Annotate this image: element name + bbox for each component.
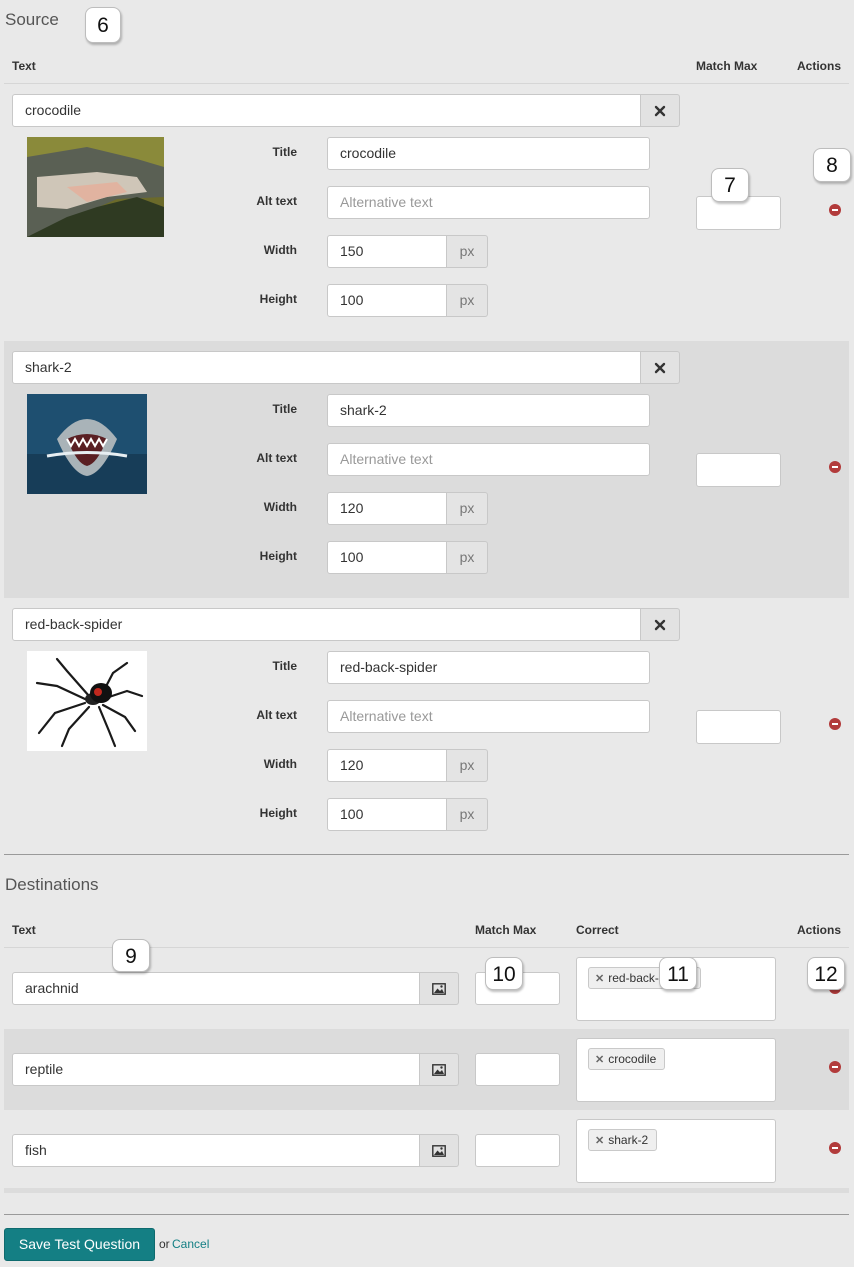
remove-tag-icon[interactable]: ✕: [595, 1054, 604, 1066]
callout-8: 8: [813, 148, 851, 182]
source-section-title: Source: [5, 10, 59, 29]
correct-tag[interactable]: ✕ shark-2: [588, 1129, 658, 1151]
remove-tag-icon[interactable]: ✕: [595, 973, 604, 985]
source-col-text: Text: [12, 59, 36, 73]
remove-icon[interactable]: [829, 204, 841, 216]
destination-text-input[interactable]: fish: [12, 1134, 420, 1167]
destination-text-input[interactable]: arachnid: [12, 972, 420, 1005]
match-max-input[interactable]: [696, 453, 781, 487]
tag-label: shark-2: [608, 1133, 649, 1147]
close-icon: [654, 105, 666, 116]
remove-icon[interactable]: [829, 1142, 841, 1154]
callout-7: 7: [711, 168, 749, 202]
px-unit: px: [447, 492, 488, 525]
row-stripe: [4, 1188, 849, 1193]
width-input[interactable]: 120: [327, 749, 447, 782]
px-unit: px: [447, 798, 488, 831]
title-input[interactable]: red-back-spider: [327, 651, 650, 684]
px-unit: px: [447, 235, 488, 268]
callout-9: 9: [112, 939, 150, 972]
callout-6: 6: [85, 7, 121, 43]
or-text: or: [159, 1237, 170, 1251]
remove-icon[interactable]: [829, 718, 841, 730]
width-label: Width: [263, 243, 297, 257]
remove-tag-icon[interactable]: ✕: [595, 1135, 604, 1147]
source-text-input[interactable]: crocodile: [12, 94, 641, 127]
image-icon: [432, 1063, 446, 1076]
image-button[interactable]: [420, 1053, 459, 1086]
title-label: Title: [272, 659, 297, 673]
remove-icon[interactable]: [829, 461, 841, 473]
title-input[interactable]: crocodile: [327, 137, 650, 170]
shark-image: [27, 394, 147, 494]
image-icon: [432, 982, 446, 995]
close-icon: [654, 362, 666, 373]
width-label: Width: [263, 500, 297, 514]
section-divider: [4, 854, 849, 855]
clear-button[interactable]: [641, 608, 680, 641]
correct-tags-input[interactable]: ✕ shark-2: [576, 1119, 776, 1183]
width-label: Width: [263, 757, 297, 771]
height-label: Height: [259, 806, 297, 820]
callout-11: 11: [659, 957, 697, 990]
height-input[interactable]: 100: [327, 284, 447, 317]
dest-col-text: Text: [12, 923, 36, 937]
close-icon: [654, 619, 666, 630]
callout-10: 10: [485, 957, 523, 990]
image-button[interactable]: [420, 1134, 459, 1167]
save-test-question-button[interactable]: Save Test Question: [4, 1228, 155, 1261]
clear-button[interactable]: [641, 351, 680, 384]
height-input[interactable]: 100: [327, 541, 447, 574]
correct-tag[interactable]: ✕ crocodile: [588, 1048, 666, 1070]
alt-text-label: Alt text: [256, 451, 297, 465]
alt-text-input[interactable]: Alternative text: [327, 700, 650, 733]
px-unit: px: [447, 541, 488, 574]
alt-text-input[interactable]: Alternative text: [327, 186, 650, 219]
spider-image: [27, 651, 147, 751]
match-max-input[interactable]: [475, 1053, 560, 1086]
tag-label: crocodile: [608, 1052, 657, 1066]
correct-tags-input[interactable]: ✕ crocodile: [576, 1038, 776, 1102]
alt-text-label: Alt text: [256, 708, 297, 722]
image-button[interactable]: [420, 972, 459, 1005]
divider: [4, 83, 849, 84]
width-input[interactable]: 150: [327, 235, 447, 268]
height-label: Height: [259, 549, 297, 563]
title-input[interactable]: shark-2: [327, 394, 650, 427]
source-col-match-max: Match Max: [696, 59, 758, 73]
title-label: Title: [272, 402, 297, 416]
destinations-section-title: Destinations: [5, 875, 99, 894]
callout-12: 12: [807, 957, 845, 990]
dest-col-correct: Correct: [576, 923, 619, 937]
clear-button[interactable]: [641, 94, 680, 127]
match-max-input[interactable]: [475, 1134, 560, 1167]
image-icon: [432, 1144, 446, 1157]
source-text-input[interactable]: shark-2: [12, 351, 641, 384]
destination-text-input[interactable]: reptile: [12, 1053, 420, 1086]
height-input[interactable]: 100: [327, 798, 447, 831]
width-input[interactable]: 120: [327, 492, 447, 525]
source-text-input[interactable]: red-back-spider: [12, 608, 641, 641]
dest-col-match-max: Match Max: [475, 923, 537, 937]
px-unit: px: [447, 284, 488, 317]
px-unit: px: [447, 749, 488, 782]
alt-text-input[interactable]: Alternative text: [327, 443, 650, 476]
dest-col-actions: Actions: [797, 923, 842, 937]
alt-text-label: Alt text: [256, 194, 297, 208]
title-label: Title: [272, 145, 297, 159]
remove-icon[interactable]: [829, 1061, 841, 1073]
source-col-actions: Actions: [797, 59, 842, 73]
crocodile-image: [27, 137, 164, 237]
match-max-input[interactable]: [696, 710, 781, 744]
cancel-link[interactable]: Cancel: [172, 1237, 209, 1251]
section-divider: [4, 1214, 849, 1215]
height-label: Height: [259, 292, 297, 306]
